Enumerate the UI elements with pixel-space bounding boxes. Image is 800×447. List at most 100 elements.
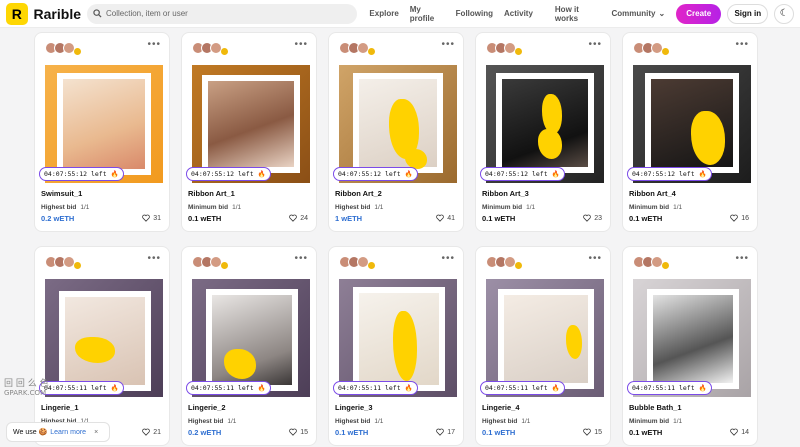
owner-avatars[interactable] <box>486 41 600 55</box>
nav-my-profile[interactable]: My profile <box>410 5 445 23</box>
censor-blob <box>405 149 427 169</box>
like-button[interactable]: 21 <box>142 428 161 436</box>
owner-avatars[interactable] <box>339 255 453 269</box>
nft-card[interactable]: ••• 04:07:55:12 left 🔥 Ribbon Art_2 High… <box>328 32 464 232</box>
nav-explore[interactable]: Explore <box>369 9 398 18</box>
nft-title[interactable]: Ribbon Art_4 <box>629 189 676 198</box>
nft-artwork[interactable] <box>339 279 457 397</box>
nft-card[interactable]: ••• 04:07:55:12 left 🔥 Swimsuit_1 Highes… <box>34 32 170 232</box>
nav-community[interactable]: Community ⌄ <box>612 9 666 18</box>
owner-avatars[interactable] <box>486 255 600 269</box>
owner-avatars[interactable] <box>339 41 453 55</box>
nft-title[interactable]: Lingerie_1 <box>41 403 79 412</box>
nav-following[interactable]: Following <box>456 9 493 18</box>
like-count: 31 <box>153 214 161 222</box>
verified-badge-icon <box>221 261 228 269</box>
owner-avatars[interactable] <box>633 255 747 269</box>
search-icon <box>93 9 102 18</box>
like-button[interactable]: 41 <box>436 214 455 222</box>
more-options-icon[interactable]: ••• <box>735 253 749 264</box>
bid-info: Highest bid1/1 <box>482 418 530 425</box>
like-button[interactable]: 31 <box>142 214 161 222</box>
verified-badge-icon <box>74 47 81 55</box>
nft-artwork[interactable] <box>486 65 604 183</box>
nft-artwork[interactable] <box>339 65 457 183</box>
sign-in-button[interactable]: Sign in <box>727 3 769 24</box>
more-options-icon[interactable]: ••• <box>294 39 308 50</box>
nft-card[interactable]: ••• 04:07:55:12 left 🔥 Ribbon Art_3 Mini… <box>475 32 611 232</box>
nft-artwork[interactable] <box>633 65 751 183</box>
like-count: 23 <box>594 214 602 222</box>
like-button[interactable]: 15 <box>289 428 308 436</box>
nft-title[interactable]: Lingerie_2 <box>188 403 226 412</box>
like-button[interactable]: 16 <box>730 214 749 222</box>
nft-title[interactable]: Swimsuit_1 <box>41 189 82 198</box>
nft-title[interactable]: Ribbon Art_1 <box>188 189 235 198</box>
artwork-photo <box>502 79 588 167</box>
create-button[interactable]: Create <box>676 3 722 24</box>
bid-label: Minimum bid <box>629 418 670 425</box>
more-options-icon[interactable]: ••• <box>588 39 602 50</box>
like-button[interactable]: 14 <box>730 428 749 436</box>
nft-title[interactable]: Lingerie_4 <box>482 403 520 412</box>
artwork-frame <box>206 289 298 391</box>
like-button[interactable]: 24 <box>289 214 308 222</box>
bid-label: Highest bid <box>41 204 77 211</box>
nft-card[interactable]: ••• 04:07:55:11 left 🔥 Lingerie_3 Highes… <box>328 246 464 446</box>
nft-card[interactable]: ••• 04:07:55:12 left 🔥 Ribbon Art_1 Mini… <box>181 32 317 232</box>
more-options-icon[interactable]: ••• <box>147 39 161 50</box>
nft-card[interactable]: ••• 04:07:55:11 left 🔥 Lingerie_1 Highes… <box>34 246 170 446</box>
owner-avatars[interactable] <box>45 255 159 269</box>
brand-name[interactable]: Rarible <box>34 6 81 22</box>
owner-avatars[interactable] <box>192 41 306 55</box>
nft-title[interactable]: Lingerie_3 <box>335 403 373 412</box>
learn-more-link[interactable]: Learn more <box>50 429 86 436</box>
close-icon[interactable]: × <box>94 429 98 436</box>
moon-icon: ☾ <box>779 8 789 19</box>
auction-timer: 04:07:55:11 left 🔥 <box>480 381 565 395</box>
more-options-icon[interactable]: ••• <box>441 39 455 50</box>
rarible-logo[interactable]: R <box>6 2 28 25</box>
owner-avatars[interactable] <box>45 41 159 55</box>
like-button[interactable]: 15 <box>583 428 602 436</box>
censor-blob <box>542 94 562 134</box>
nft-card[interactable]: ••• 04:07:55:11 left 🔥 Lingerie_2 Highes… <box>181 246 317 446</box>
search-input[interactable]: Collection, item or user <box>87 3 358 24</box>
nft-artwork[interactable] <box>192 279 310 397</box>
nft-title[interactable]: Ribbon Art_2 <box>335 189 382 198</box>
nav-how-it-works[interactable]: How it works <box>555 5 601 23</box>
nft-title[interactable]: Ribbon Art_3 <box>482 189 529 198</box>
artwork-frame <box>353 73 443 173</box>
nft-artwork[interactable] <box>45 65 163 183</box>
edition-count: 1/1 <box>673 418 683 425</box>
more-options-icon[interactable]: ••• <box>441 253 455 264</box>
verified-badge-icon <box>662 261 669 269</box>
more-options-icon[interactable]: ••• <box>294 253 308 264</box>
nav-activity[interactable]: Activity <box>504 9 533 18</box>
more-options-icon[interactable]: ••• <box>147 253 161 264</box>
more-options-icon[interactable]: ••• <box>588 253 602 264</box>
nft-artwork[interactable] <box>486 279 604 397</box>
owner-avatars[interactable] <box>633 41 747 55</box>
nft-artwork[interactable] <box>192 65 310 183</box>
nft-artwork[interactable] <box>633 279 751 397</box>
heart-icon <box>142 214 150 222</box>
censor-blob <box>75 337 115 363</box>
artwork-frame <box>496 73 594 173</box>
edition-count: 1/1 <box>521 418 531 425</box>
censor-blob <box>224 349 256 379</box>
search-placeholder: Collection, item or user <box>106 9 188 18</box>
nft-title[interactable]: Bubble Bath_1 <box>629 403 682 412</box>
nft-artwork[interactable] <box>45 279 163 397</box>
theme-toggle-button[interactable]: ☾ <box>774 3 795 24</box>
nft-card[interactable]: ••• 04:07:55:12 left 🔥 Ribbon Art_4 Mini… <box>622 32 758 232</box>
more-options-icon[interactable]: ••• <box>735 39 749 50</box>
owner-avatars[interactable] <box>192 255 306 269</box>
artwork-frame <box>59 291 151 391</box>
nft-card[interactable]: ••• 04:07:55:11 left 🔥 Lingerie_4 Highes… <box>475 246 611 446</box>
like-button[interactable]: 17 <box>436 428 455 436</box>
like-button[interactable]: 23 <box>583 214 602 222</box>
nft-card[interactable]: ••• 04:07:55:11 left 🔥 Bubble Bath_1 Min… <box>622 246 758 446</box>
heart-icon <box>730 214 738 222</box>
like-count: 21 <box>153 428 161 436</box>
